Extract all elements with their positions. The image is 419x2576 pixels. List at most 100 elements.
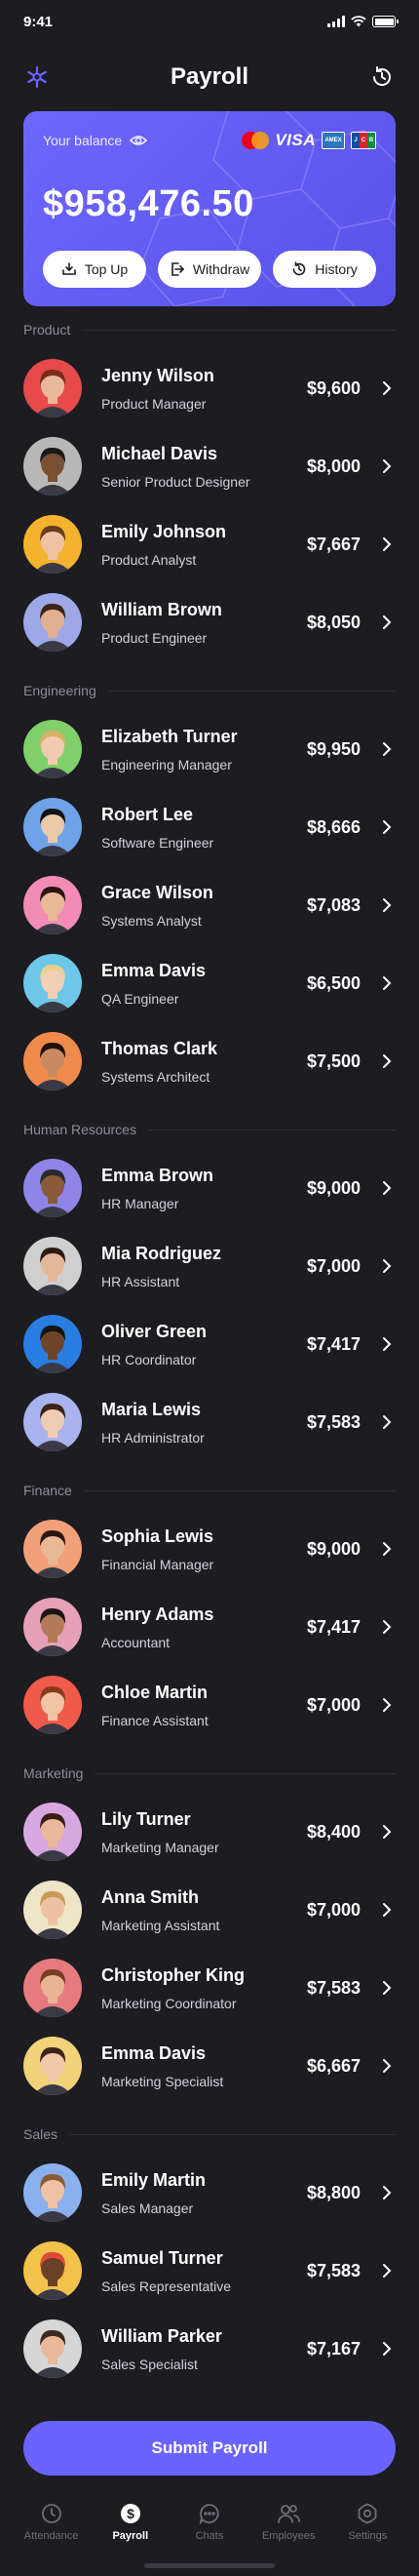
chevron-right-icon[interactable]: [382, 614, 396, 630]
submit-payroll-button[interactable]: Submit Payroll: [23, 2421, 396, 2476]
employee-row[interactable]: Emily Johnson Product Analyst $7,667: [0, 505, 419, 583]
employee-info: Christopher King Marketing Coordinator: [101, 1965, 307, 2011]
history-button[interactable]: History: [273, 251, 376, 288]
section-header: Marketing: [0, 1764, 419, 1783]
employee-row[interactable]: Emily Martin Sales Manager $8,800: [0, 2154, 419, 2232]
employee-salary: $7,583: [306, 2260, 361, 2280]
employee-row[interactable]: Emma Davis Marketing Specialist $6,667: [0, 2027, 419, 2105]
employee-row[interactable]: Christopher King Marketing Coordinator $7,…: [0, 1949, 419, 2027]
employee-info: Lily Turner Marketing Manager: [101, 1809, 307, 1855]
employee-row[interactable]: Grace Wilson Systems Analyst $7,083: [0, 866, 419, 944]
employee-row[interactable]: Jenny Wilson Product Manager $9,600: [0, 349, 419, 427]
employee-info: Robert Lee Software Engineer: [101, 805, 307, 851]
chevron-right-icon[interactable]: [382, 1053, 396, 1069]
chevron-right-icon[interactable]: [382, 1619, 396, 1635]
employee-row[interactable]: William Brown Product Engineer $8,050: [0, 583, 419, 661]
home-indicator: [144, 2563, 275, 2568]
employee-info: Emily Johnson Product Analyst: [101, 522, 307, 568]
employee-name: Grace Wilson: [101, 882, 213, 902]
signal-icon: [327, 16, 345, 27]
chevron-right-icon[interactable]: [382, 897, 396, 913]
employee-list: Product Jenny Wilson Product Manager $9,60…: [0, 320, 419, 2388]
employee-name: Chloe Martin: [101, 1682, 209, 1702]
employee-name: Mia Rodriguez: [101, 1243, 222, 1263]
section-title: Product: [23, 322, 71, 337]
tab-attendance[interactable]: Attendance: [15, 2489, 89, 2576]
employee-salary: $7,083: [306, 894, 361, 915]
chevron-right-icon[interactable]: [382, 2058, 396, 2074]
employee-info: Samuel Turner Sales Representative: [101, 2248, 307, 2294]
chevron-right-icon[interactable]: [382, 1258, 396, 1274]
employee-row[interactable]: Lily Turner Marketing Manager $8,400: [0, 1793, 419, 1871]
employee-name: Samuel Turner: [101, 2247, 223, 2268]
employee-role: Marketing Manager: [101, 1839, 219, 1855]
employee-row[interactable]: Chloe Martin Finance Assistant $7,000: [0, 1666, 419, 1744]
chevron-right-icon[interactable]: [382, 975, 396, 991]
chat-icon: [199, 2504, 219, 2524]
chevron-right-icon[interactable]: [382, 1824, 396, 1840]
employee-row[interactable]: William Parker Sales Specialist $7,167: [0, 2310, 419, 2388]
section-divider: [82, 329, 396, 331]
employee-salary: $7,417: [306, 1333, 361, 1354]
top-up-button[interactable]: Top Up: [43, 251, 146, 288]
chevron-right-icon[interactable]: [382, 741, 396, 757]
tab-label: Settings: [348, 2530, 388, 2542]
employee-row[interactable]: Maria Lewis HR Administrator $7,583: [0, 1383, 419, 1461]
employee-row[interactable]: Henry Adams Accountant $7,417: [0, 1588, 419, 1666]
eye-icon[interactable]: [130, 134, 148, 147]
employee-row[interactable]: Michael Davis Senior Product Designer $8,0…: [0, 427, 419, 505]
employee-info: Emily Martin Sales Manager: [101, 2170, 307, 2216]
employee-name: Emily Johnson: [101, 521, 227, 541]
avatar: [23, 2037, 82, 2095]
chevron-right-icon[interactable]: [382, 1414, 396, 1430]
tab-settings[interactable]: Settings: [330, 2489, 404, 2576]
employee-row[interactable]: Sophia Lewis Financial Manager $9,000: [0, 1510, 419, 1588]
employee-row[interactable]: Robert Lee Software Engineer $8,666: [0, 788, 419, 866]
chevron-right-icon[interactable]: [382, 819, 396, 835]
chevron-right-icon[interactable]: [382, 380, 396, 396]
chevron-right-icon[interactable]: [382, 1902, 396, 1918]
employee-row[interactable]: Thomas Clark Systems Architect $7,500: [0, 1022, 419, 1100]
employee-row[interactable]: Anna Smith Marketing Assistant $7,000: [0, 1871, 419, 1949]
app-logo-icon[interactable]: [23, 63, 51, 91]
status-time: 9:41: [23, 13, 54, 30]
card-brands: VISA AMEX J C B: [242, 131, 376, 150]
chevron-right-icon[interactable]: [382, 1180, 396, 1196]
avatar: [23, 2241, 82, 2300]
chevron-right-icon[interactable]: [382, 1336, 396, 1352]
employee-row[interactable]: Oliver Green HR Coordinator $7,417: [0, 1305, 419, 1383]
employee-row[interactable]: Emma Davis QA Engineer $6,500: [0, 944, 419, 1022]
employee-row[interactable]: Elizabeth Turner Engineering Manager $9,95…: [0, 710, 419, 788]
avatar: [23, 515, 82, 574]
employee-row[interactable]: Mia Rodriguez HR Assistant $7,000: [0, 1227, 419, 1305]
employee-row[interactable]: Samuel Turner Sales Representative $7,583: [0, 2232, 419, 2310]
section-header: Sales: [0, 2124, 419, 2144]
section-header: Engineering: [0, 681, 419, 700]
employee-role: Systems Architect: [101, 1068, 210, 1085]
header: Payroll: [0, 43, 419, 111]
avatar: [23, 1959, 82, 2017]
employee-row[interactable]: Emma Brown HR Manager $9,000: [0, 1149, 419, 1227]
chevron-right-icon[interactable]: [382, 2341, 396, 2357]
history-icon[interactable]: [368, 63, 396, 91]
chevron-right-icon[interactable]: [382, 2263, 396, 2279]
employee-info: Emma Davis Marketing Specialist: [101, 2043, 307, 2089]
employee-role: Sales Specialist: [101, 2356, 198, 2372]
chevron-right-icon[interactable]: [382, 1980, 396, 1996]
withdraw-icon: [171, 262, 184, 276]
chevron-right-icon[interactable]: [382, 536, 396, 552]
chevron-right-icon[interactable]: [382, 2185, 396, 2200]
employee-salary: $9,950: [306, 738, 361, 759]
employee-role: Sales Representative: [101, 2278, 232, 2294]
chevron-right-icon[interactable]: [382, 1697, 396, 1713]
chevron-right-icon[interactable]: [382, 1541, 396, 1557]
avatar: [23, 1032, 82, 1090]
employee-info: William Brown Product Engineer: [101, 600, 307, 646]
employee-role: Finance Assistant: [101, 1712, 209, 1728]
top-up-label: Top Up: [84, 261, 129, 277]
withdraw-button[interactable]: Withdraw: [158, 251, 261, 288]
balance-card: Your balance VISA AMEX J C B $958,476.50…: [23, 111, 396, 306]
users-icon: [278, 2505, 301, 2523]
employee-name: Michael Davis: [101, 443, 218, 463]
chevron-right-icon[interactable]: [382, 458, 396, 474]
